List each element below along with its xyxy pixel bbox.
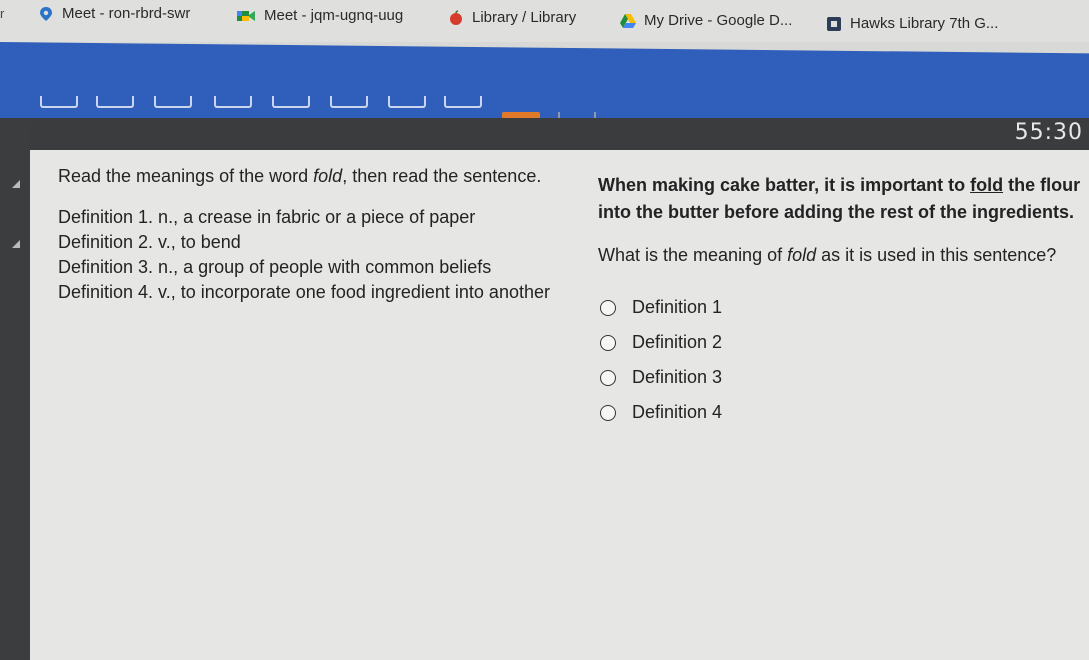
progress-segment[interactable] [388,96,426,108]
bookmark-drive[interactable]: My Drive - Google D... [620,12,792,29]
answer-option-3[interactable]: Definition 3 [600,360,1088,395]
option-label: Definition 2 [632,332,723,352]
prompt-intro: Read the meanings of the word fold, then… [58,166,542,186]
prompt-column: Read the meanings of the word fold, then… [58,164,568,305]
progress-segment[interactable] [154,96,192,108]
progress-segment[interactable] [444,96,482,108]
apple-icon [450,9,462,25]
option-label: Definition 1 [632,297,723,317]
left-edge-strip [0,122,30,660]
answer-option-4[interactable]: Definition 4 [600,395,1088,430]
progress-segment[interactable] [330,96,368,108]
bookmark-meet-2[interactable]: Meet - jqm-ugnq-uug [236,7,403,24]
progress-segment[interactable] [96,96,134,108]
status-bar [0,118,1089,152]
bookmark-hawks-library[interactable]: Hawks Library 7th G... [826,15,998,32]
underlined-word: fold [970,175,1004,195]
bookmark-edge-text: r [0,6,5,21]
bookmark-label: Meet - jqm-ugnq-uug [264,7,404,24]
definition-item: Definition 2. v., to bend [58,232,241,252]
option-label: Definition 3 [632,367,723,387]
definitions-list: Definition 1. n., a crease in fabric or … [58,205,568,305]
option-label: Definition 4 [632,402,723,422]
location-pin-icon [40,6,52,21]
bookmark-label: Library / Library [472,9,577,26]
answer-option-1[interactable]: Definition 1 [600,290,1088,325]
radio-button[interactable] [600,369,616,386]
bookmark-label: Meet - ron-rbrd-swr [62,5,191,22]
passage-sentence: When making cake batter, it is important… [598,175,1081,222]
google-drive-icon [620,13,636,28]
corner-mark [12,240,20,248]
answer-choices: Definition 1 Definition 2 Definition 3 D… [600,290,1088,430]
bookmark-meet-1[interactable]: Meet - ron-rbrd-swr [38,5,190,22]
countdown-timer: 55:30 [1014,120,1083,145]
radio-button[interactable] [600,334,616,351]
progress-segment[interactable] [40,96,78,108]
bookmark-label: Hawks Library 7th G... [850,15,999,32]
question-text: What is the meaning of fold as it is use… [598,245,1057,265]
question-panel: Read the meanings of the word fold, then… [30,150,1089,660]
bookmarks-bar: r Meet - ron-rbrd-swr Meet - jqm-ugnq-uu… [0,0,1089,42]
library-icon [827,16,841,31]
bookmark-label: My Drive - Google D... [644,12,793,29]
answer-option-2[interactable]: Definition 2 [600,325,1088,360]
corner-mark [12,180,20,188]
progress-segment[interactable] [272,96,310,108]
progress-segment[interactable] [214,96,252,108]
bookmark-library[interactable]: Library / Library [448,9,576,26]
target-word: fold [787,245,817,265]
question-column: When making cake batter, it is important… [598,172,1088,430]
definition-item: Definition 1. n., a crease in fabric or … [58,207,476,227]
radio-button[interactable] [600,404,616,421]
meet-camera-icon [237,10,255,21]
radio-button[interactable] [600,299,616,316]
definition-item: Definition 3. n., a group of people with… [58,257,492,277]
definition-item: Definition 4. v., to incorporate one foo… [58,282,550,302]
target-word: fold [313,166,343,186]
